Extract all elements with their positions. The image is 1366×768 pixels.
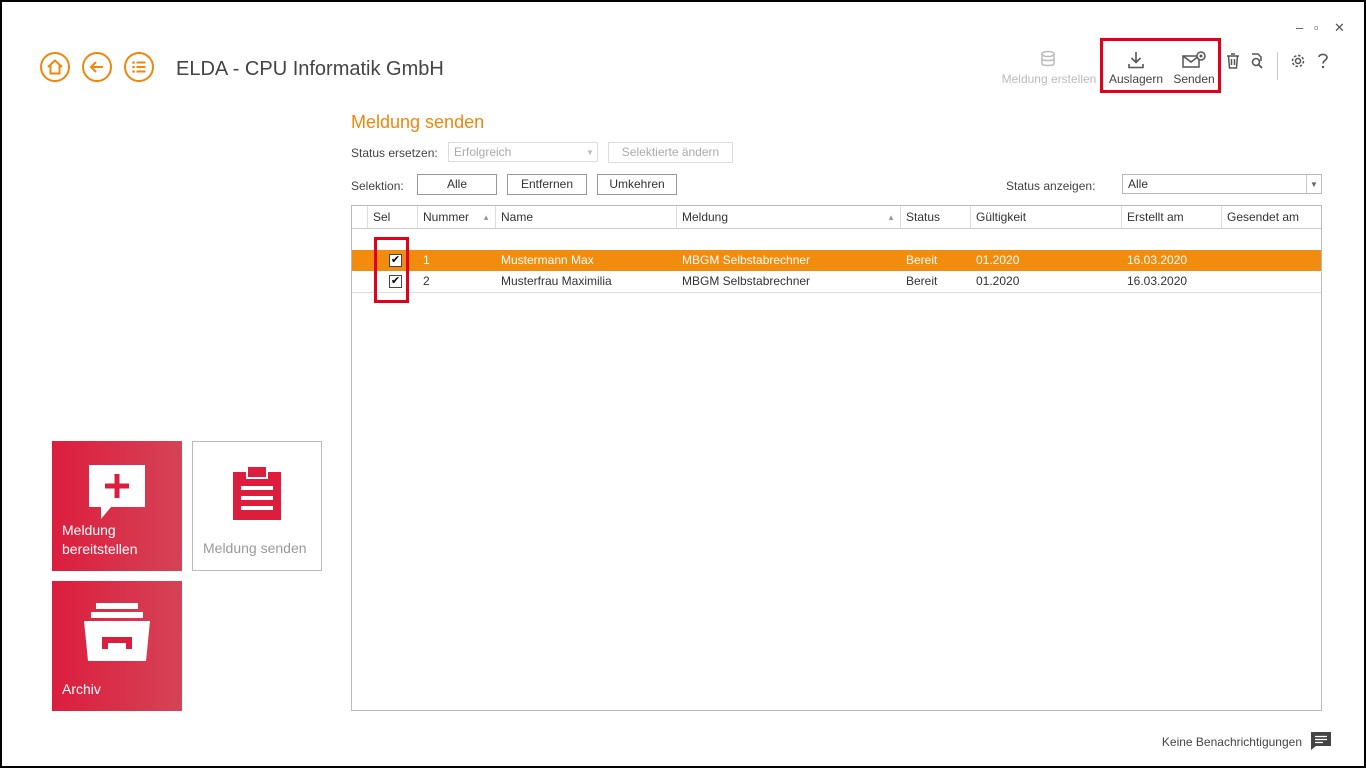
- selektion-label: Selektion:: [351, 179, 404, 193]
- select-all-button[interactable]: Alle: [417, 174, 497, 195]
- meldung-erstellen-label: Meldung erstellen: [1001, 72, 1097, 86]
- column-header-sel[interactable]: Sel: [368, 206, 418, 229]
- selektierte-aendern-button[interactable]: Selektierte ändern: [608, 142, 733, 163]
- cell-erstellt: 16.03.2020: [1127, 253, 1188, 267]
- tile-label: Meldung bereitstellen: [62, 522, 138, 557]
- column-header-meldung[interactable]: Meldung ▲: [677, 206, 901, 229]
- invert-selection-button[interactable]: Umkehren: [597, 174, 677, 195]
- cell-meldung: MBGM Selbstabrechner: [682, 274, 811, 288]
- cell-gueltigkeit: 01.2020: [976, 253, 1020, 267]
- app-window: – ▫ ✕ ELDA - CPU Informatik GmbH Meldung…: [0, 0, 1366, 768]
- menu-list-button[interactable]: [124, 52, 154, 82]
- chevron-down-icon: ▼: [586, 147, 594, 157]
- status-ersetzen-value: Erfolgreich: [454, 145, 512, 159]
- table-row[interactable]: ✔ 1 Mustermann Max MBGM Selbstabrechner …: [352, 250, 1321, 271]
- add-message-icon: [89, 465, 145, 519]
- cell-nummer: 1: [423, 253, 430, 267]
- column-header-name[interactable]: Name: [496, 206, 677, 229]
- column-header-gesendet[interactable]: Gesendet am: [1222, 206, 1321, 229]
- tile-archiv[interactable]: Archiv: [52, 581, 182, 711]
- help-icon[interactable]: [1315, 52, 1331, 70]
- cell-gueltigkeit: 01.2020: [976, 274, 1020, 288]
- column-header-meldung-label: Meldung: [682, 210, 729, 224]
- app-title: ELDA - CPU Informatik GmbH: [176, 58, 444, 80]
- toolbar-divider: [1277, 52, 1278, 80]
- status-ersetzen-label: Status ersetzen:: [351, 146, 438, 160]
- search-document-icon[interactable]: [1248, 52, 1266, 70]
- highlight-box-toolbar: [1100, 38, 1221, 93]
- list-icon: [132, 61, 146, 73]
- status-anzeigen-select[interactable]: Alle ▼: [1122, 174, 1322, 194]
- chat-icon[interactable]: [1310, 731, 1332, 751]
- status-ersetzen-select[interactable]: Erfolgreich ▼: [448, 142, 598, 162]
- arrow-left-icon: [89, 61, 103, 73]
- meldungen-table: Sel Nummer ▲ Name Meldung ▲ Status Gülti…: [351, 205, 1322, 711]
- column-header-nummer[interactable]: Nummer ▲: [418, 206, 496, 229]
- column-header-erstellt[interactable]: Erstellt am: [1122, 206, 1222, 229]
- sort-arrow-icon: ▲: [887, 213, 895, 222]
- cell-name: Musterfrau Maximilia: [501, 274, 612, 288]
- status-anzeigen-value: Alle: [1128, 177, 1149, 191]
- page-title: Meldung senden: [351, 112, 485, 132]
- cell-meldung: MBGM Selbstabrechner: [682, 253, 811, 267]
- close-button[interactable]: ✕: [1334, 20, 1345, 36]
- cell-name: Mustermann Max: [501, 253, 594, 267]
- back-button[interactable]: [82, 52, 112, 82]
- home-button[interactable]: [40, 52, 70, 82]
- column-header-gueltigkeit[interactable]: Gültigkeit: [971, 206, 1122, 229]
- archive-box-icon: [84, 603, 150, 661]
- tile-meldung-senden[interactable]: Meldung senden: [192, 441, 322, 571]
- meldung-erstellen-button[interactable]: Meldung erstellen: [1000, 50, 1098, 86]
- notifications-label: Keine Benachrichtigungen: [1161, 735, 1302, 749]
- clipboard-icon: [233, 466, 281, 520]
- cell-erstellt: 16.03.2020: [1127, 274, 1188, 288]
- chevron-down-icon: ▼: [1306, 175, 1321, 193]
- notifications-status[interactable]: Keine Benachrichtigungen: [1162, 735, 1302, 749]
- sort-arrow-icon: ▲: [482, 213, 490, 222]
- tile-meldung-bereitstellen[interactable]: Meldung bereitstellen: [52, 441, 182, 571]
- tile-label: Archiv: [62, 681, 101, 697]
- column-header-status[interactable]: Status: [901, 206, 971, 229]
- gear-icon[interactable]: [1289, 52, 1307, 70]
- cell-nummer: 2: [423, 274, 430, 288]
- status-anzeigen-label: Status anzeigen:: [1006, 179, 1096, 193]
- column-header-nummer-label: Nummer: [423, 210, 470, 224]
- database-icon: [1041, 50, 1055, 67]
- maximize-button[interactable]: ▫: [1314, 20, 1319, 35]
- cell-status: Bereit: [906, 253, 938, 267]
- table-row[interactable]: ✔ 2 Musterfrau Maximilia MBGM Selbstabre…: [352, 271, 1321, 293]
- minimize-button[interactable]: –: [1296, 20, 1303, 35]
- highlight-box-checkboxes: [374, 237, 409, 303]
- tile-label: Meldung senden: [203, 540, 307, 556]
- trash-icon[interactable]: [1224, 52, 1242, 70]
- home-icon: [47, 59, 63, 75]
- cell-gesendet: [1222, 250, 1227, 271]
- cell-gesendet: [1222, 271, 1227, 292]
- remove-selection-button[interactable]: Entfernen: [507, 174, 587, 195]
- cell-status: Bereit: [906, 274, 938, 288]
- row-header-cell: [352, 206, 368, 229]
